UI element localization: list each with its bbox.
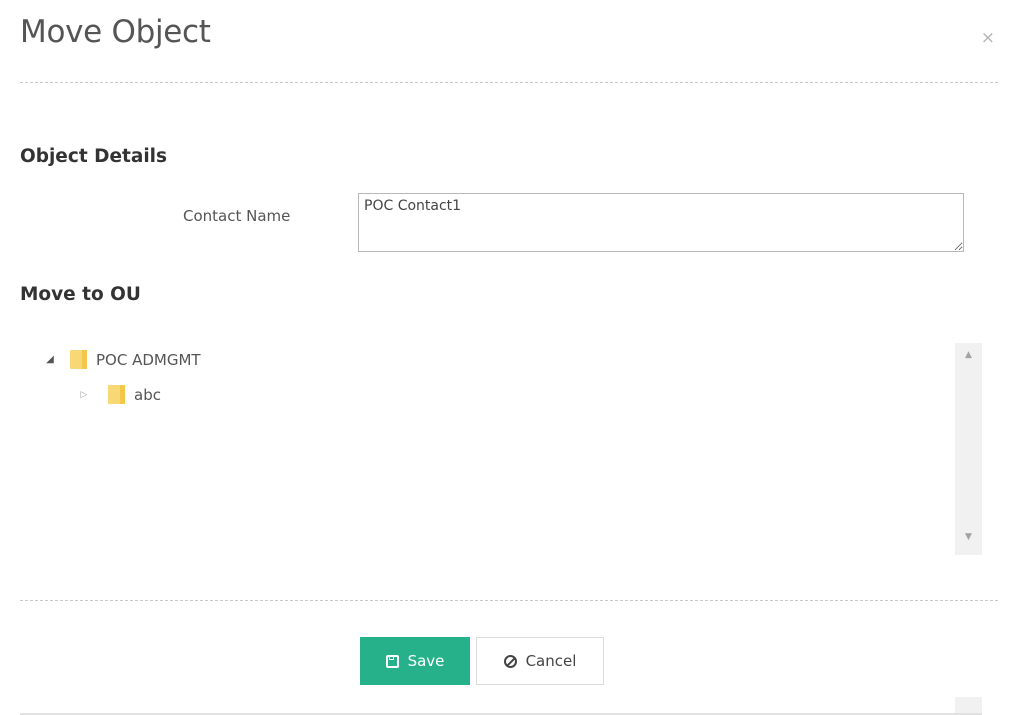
- tree-node-poc-admgmt[interactable]: ◢ POC ADMGMT: [44, 350, 201, 369]
- floppy-disk-icon: [385, 654, 399, 668]
- object-details-heading: Object Details: [20, 146, 168, 167]
- tree-scrollbar[interactable]: ▲ ▼: [955, 343, 982, 555]
- cancel-button[interactable]: Cancel: [476, 637, 604, 685]
- folder-icon: [70, 350, 87, 369]
- expanded-triangle-icon[interactable]: ◢: [44, 354, 56, 365]
- dialog-header: Move Object ×: [0, 0, 1021, 82]
- footer-divider: [20, 600, 998, 601]
- cancel-button-label: Cancel: [525, 652, 577, 670]
- save-button[interactable]: Save: [360, 637, 470, 685]
- ou-tree: ◢ POC ADMGMT ▷ abc: [20, 343, 982, 555]
- tree-node-label[interactable]: POC ADMGMT: [96, 351, 201, 369]
- contact-name-field[interactable]: POC Contact1: [358, 193, 964, 252]
- header-divider: [20, 82, 998, 83]
- close-icon[interactable]: ×: [981, 30, 995, 47]
- save-button-label: Save: [407, 652, 445, 670]
- dialog-title: Move Object: [20, 14, 211, 50]
- tree-node-label[interactable]: abc: [134, 386, 161, 404]
- scroll-thumb[interactable]: [955, 365, 982, 445]
- move-object-dialog: Move Object × Object Details Contact Nam…: [0, 0, 1021, 715]
- move-to-ou-heading: Move to OU: [20, 284, 141, 305]
- collapsed-triangle-icon[interactable]: ▷: [78, 390, 90, 400]
- tree-node-abc[interactable]: ▷ abc: [78, 385, 161, 404]
- folder-icon: [108, 385, 125, 404]
- ban-icon: [503, 654, 517, 668]
- contact-name-label: Contact Name: [183, 207, 291, 225]
- scroll-down-icon[interactable]: ▼: [955, 532, 982, 542]
- scroll-up-icon[interactable]: ▲: [955, 350, 982, 360]
